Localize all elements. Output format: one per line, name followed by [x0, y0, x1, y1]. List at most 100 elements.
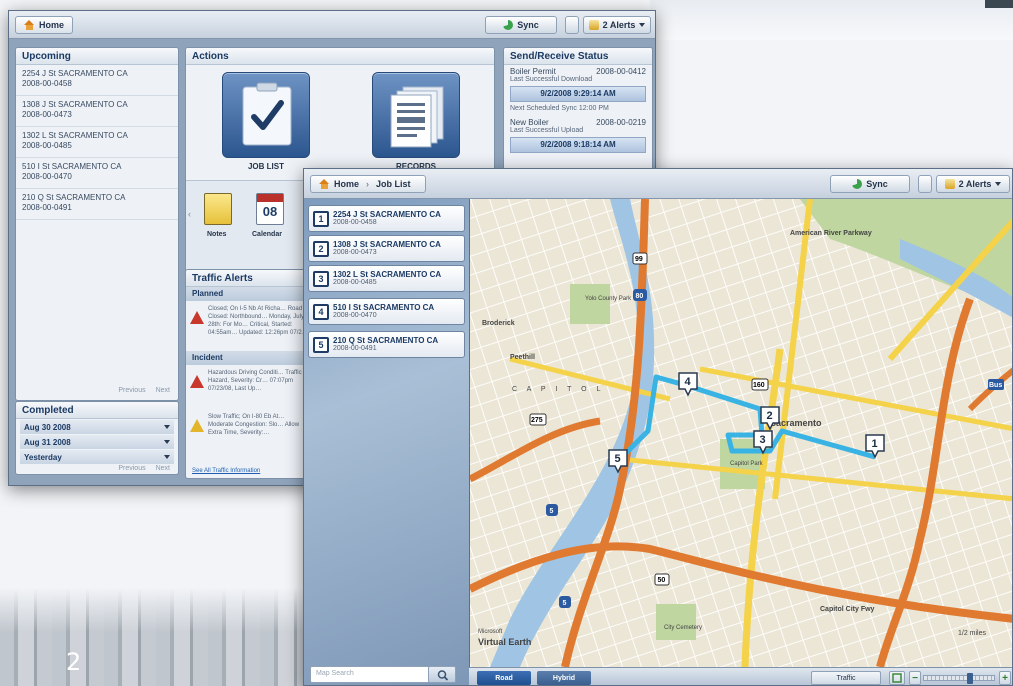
toolbar-separator-button[interactable] [918, 175, 932, 193]
breadcrumb-home[interactable]: Home [334, 179, 359, 189]
yolo-county-park-area [570, 284, 610, 324]
job-id: 2008-00-0458 [333, 219, 377, 226]
fit-map-button[interactable] [889, 671, 905, 685]
job-item[interactable]: 4 510 I St SACRAMENTO CA 2008-00-0470 [308, 298, 465, 325]
map-brand-small: Microsoft [478, 629, 503, 635]
list-item-id: 2008-00-0458 [22, 79, 72, 88]
list-item[interactable]: 1302 L St SACRAMENTO CA 2008-00-0485 [16, 127, 178, 158]
map-toolbar: Road Hybrid Traffic − + [469, 667, 1012, 685]
calendar-button[interactable]: 08 [256, 193, 284, 225]
see-all-traffic-link[interactable]: See All Traffic Information [192, 468, 260, 474]
list-item[interactable]: 1308 J St SACRAMENTO CA 2008-00-0473 [16, 96, 178, 127]
job-item[interactable]: 3 1302 L St SACRAMENTO CA 2008-00-0485 [308, 265, 465, 292]
list-item[interactable]: 510 I St SACRAMENTO CA 2008-00-0470 [16, 158, 178, 189]
chevron-left-icon[interactable]: ‹ [188, 209, 191, 219]
incident-header: Incident [186, 351, 314, 365]
american-river-parkway-label: American River Parkway [790, 230, 872, 237]
next-link[interactable]: Next [156, 387, 170, 394]
list-item-address: 210 Q St SACRAMENTO CA [22, 193, 126, 202]
street-map: 99 80 275 160 50 5 5 Bus American River … [470, 199, 1012, 667]
completed-pager: Previous Next [118, 465, 170, 472]
home-label: Home [39, 20, 65, 30]
list-item-address: 1308 J St SACRAMENTO CA [22, 100, 128, 109]
chevron-down-icon [995, 182, 1002, 186]
traffic-alert-item[interactable]: Closed; On I-5 Nb At Richa… Road Closed:… [186, 301, 314, 351]
upcoming-title: Upcoming [16, 48, 178, 65]
completed-group[interactable]: Aug 30 2008 [20, 420, 174, 434]
job-list-pane: 1 2254 J St SACRAMENTO CA 2008-00-0458 2… [304, 199, 469, 685]
map-view[interactable]: 99 80 275 160 50 5 5 Bus American River … [469, 199, 1012, 667]
job-number-badge: 1 [313, 210, 329, 227]
toolbar-separator-button[interactable] [565, 16, 579, 34]
svg-text:5: 5 [615, 453, 621, 465]
completed-group[interactable]: Aug 31 2008 [20, 435, 174, 449]
job-item[interactable]: 5 210 Q St SACRAMENTO CA 2008-00-0491 [308, 331, 465, 358]
traffic-alerts-panel: Traffic Alerts Planned Closed; On I-5 Nb… [185, 269, 315, 479]
job-list-button[interactable] [222, 72, 310, 158]
calendar-day: 08 [262, 204, 278, 219]
breadcrumb-current[interactable]: Job List [376, 179, 411, 189]
zoom-out-button[interactable]: − [909, 671, 921, 685]
next-link[interactable]: Next [156, 465, 170, 472]
list-item[interactable]: 210 Q St SACRAMENTO CA 2008-00-0491 [16, 189, 178, 220]
send-receive-status-panel: Send/Receive Status Boiler Permit 2008-0… [503, 47, 653, 187]
next-sync-text: Next Scheduled Sync 12:00 PM [510, 105, 609, 112]
job-id: 2008-00-0473 [333, 249, 377, 256]
hybrid-view-button[interactable]: Hybrid [537, 671, 591, 685]
alerts-label: 2 Alerts [602, 20, 636, 30]
job-item[interactable]: 1 2254 J St SACRAMENTO CA 2008-00-0458 [308, 205, 465, 232]
job-address: 2254 J St SACRAMENTO CA [333, 210, 441, 219]
map-brand: Virtual Earth [478, 637, 531, 647]
map-search-button[interactable] [428, 666, 456, 683]
svg-text:1: 1 [872, 438, 878, 450]
status-timestamp: 9/2/2008 9:18:14 AM [510, 137, 646, 153]
alerts-dropdown[interactable]: 2 Alerts [936, 175, 1010, 193]
zoom-slider-thumb[interactable] [967, 673, 974, 684]
svg-text:99: 99 [635, 256, 643, 263]
home-icon [319, 179, 330, 189]
svg-text:275: 275 [531, 417, 543, 424]
records-button[interactable] [372, 72, 460, 158]
upcoming-panel: Upcoming 2254 J St SACRAMENTO CA 2008-00… [15, 47, 179, 401]
list-item-address: 2254 J St SACRAMENTO CA [22, 69, 128, 78]
zoom-in-button[interactable]: + [999, 671, 1011, 685]
warning-icon [190, 311, 204, 324]
list-item[interactable]: 2254 J St SACRAMENTO CA 2008-00-0458 [16, 65, 178, 96]
capitol-street-label: C A P I T O L [512, 386, 604, 393]
svg-text:80: 80 [636, 293, 644, 300]
job-item[interactable]: 2 1308 J St SACRAMENTO CA 2008-00-0473 [308, 235, 465, 262]
previous-link[interactable]: Previous [118, 465, 145, 472]
previous-link[interactable]: Previous [118, 387, 145, 394]
list-item-id: 2008-00-0470 [22, 172, 72, 181]
job-id: 2008-00-0470 [333, 312, 377, 319]
traffic-alert-item[interactable]: Slow Traffic; On I-80 Eb At… Moderate Co… [186, 409, 314, 445]
alerts-dropdown[interactable]: 2 Alerts [583, 16, 651, 34]
map-scale: 1/2 miles [958, 630, 987, 637]
svg-text:4: 4 [685, 376, 692, 388]
sync-button[interactable]: Sync [485, 16, 557, 34]
decorative-corner [985, 0, 1013, 8]
completed-group-label: Yesterday [24, 452, 62, 462]
status-record-id: 2008-00-0219 [596, 118, 646, 127]
checklist-icon [242, 82, 292, 146]
traffic-toggle-button[interactable]: Traffic [811, 671, 881, 685]
zoom-slider[interactable] [923, 673, 995, 684]
chevron-down-icon [164, 440, 170, 444]
page-backdrop [650, 0, 1013, 40]
svg-text:5: 5 [550, 508, 554, 515]
actions-title: Actions [186, 48, 494, 65]
notes-button[interactable] [204, 193, 232, 225]
sync-button[interactable]: Sync [830, 175, 910, 193]
job-address: 1308 J St SACRAMENTO CA [333, 240, 441, 249]
svg-text:3: 3 [760, 434, 766, 446]
status-caption: Last Successful Download [510, 76, 593, 83]
completed-group[interactable]: Yesterday [20, 450, 174, 464]
traffic-alert-text: Closed; On I-5 Nb At Richa… Road Closed:… [208, 306, 308, 336]
status-title: Send/Receive Status [504, 48, 652, 65]
city-photo [0, 588, 320, 686]
home-button[interactable]: Home [15, 16, 74, 34]
traffic-alert-item[interactable]: Hazardous Driving Conditi… Traffic Hazar… [186, 365, 314, 409]
completed-panel: Completed Aug 30 2008 Aug 31 2008 Yester… [15, 401, 179, 475]
alerts-label: 2 Alerts [958, 179, 992, 189]
road-view-button[interactable]: Road [477, 671, 531, 685]
